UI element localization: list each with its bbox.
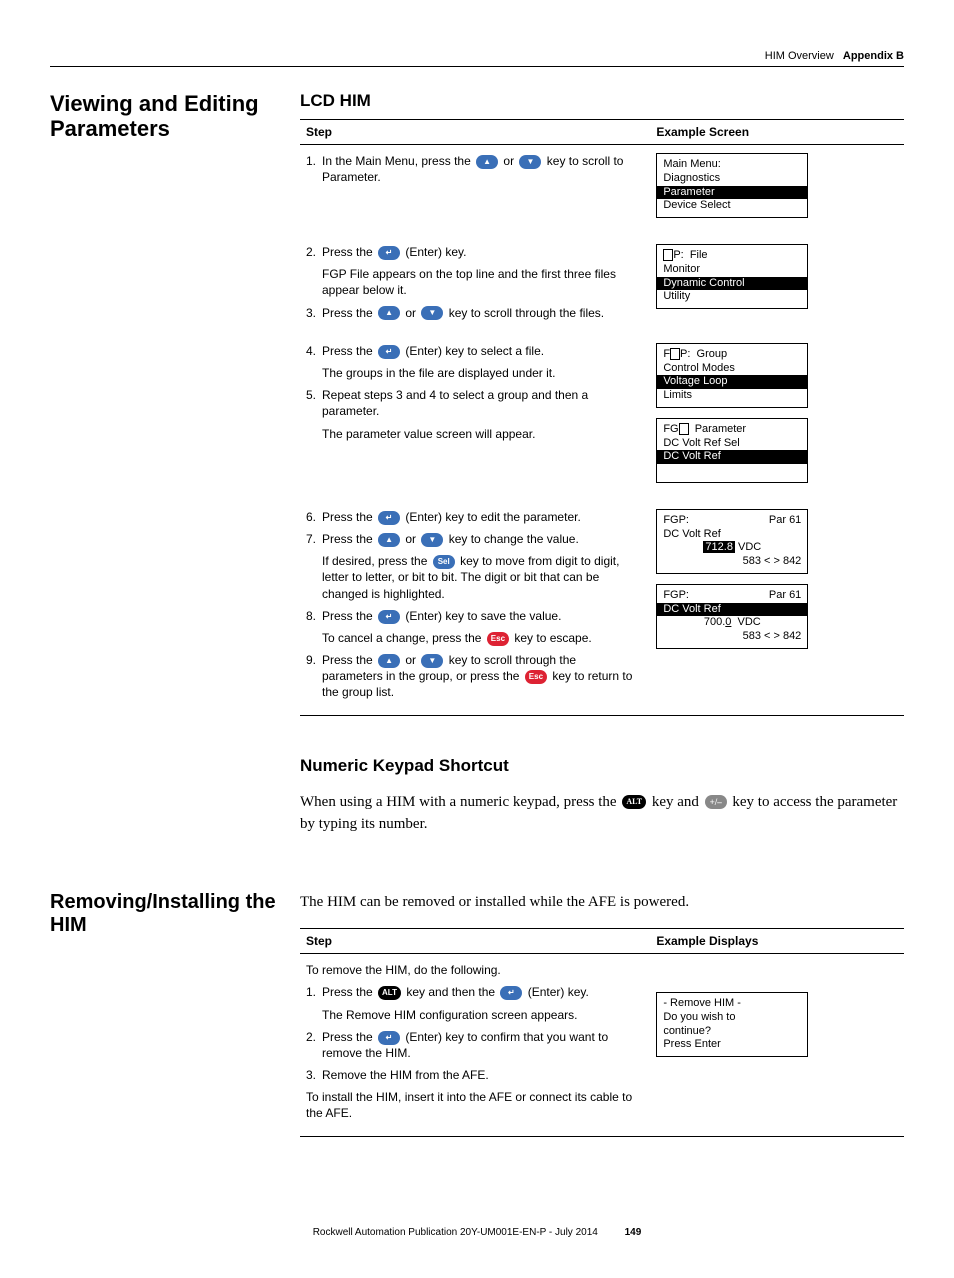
lcd-fgp-group: FP: Group Control Modes Voltage Loop Lim…: [656, 343, 808, 408]
up-arrow-icon: ▲: [476, 155, 498, 169]
lcd-param-value-view: FGP:Par 61 DC Volt Ref 712.8 VDC 583 < >…: [656, 509, 808, 574]
step-7-note: If desired, press the Sel key to move fr…: [322, 553, 636, 602]
section-removing-installing: Removing/Installing the HIM The HIM can …: [50, 891, 904, 1137]
section-title-viewing: Viewing and Editing Parameters: [50, 91, 300, 142]
header-appendix: Appendix B: [843, 50, 904, 62]
step-3: 3. Press the ▲ or ▼ key to scroll throug…: [306, 305, 636, 321]
page-footer: Rockwell Automation Publication 20Y-UM00…: [50, 1227, 904, 1238]
remove-step-3: 3. Remove the HIM from the AFE.: [306, 1067, 636, 1083]
step-5-note: The parameter value screen will appear.: [322, 426, 636, 442]
step-4-note: The groups in the file are displayed und…: [322, 365, 636, 381]
enter-key-icon: ↵: [378, 246, 400, 260]
step-5: 5. Repeat steps 3 and 4 to select a grou…: [306, 387, 636, 419]
down-arrow-icon: ▼: [421, 306, 443, 320]
remove-step-1-note: The Remove HIM configuration screen appe…: [322, 1007, 636, 1023]
th-displays: Example Displays: [650, 929, 904, 954]
enter-key-icon: ↵: [500, 986, 522, 1000]
down-arrow-icon: ▼: [421, 654, 443, 668]
step-2: 2. Press the ↵ (Enter) key.: [306, 244, 636, 260]
lcd-fgp-parameter: FG Parameter DC Volt Ref Sel DC Volt Ref: [656, 418, 808, 483]
table-row: 1. In the Main Menu, press the ▲ or ▼ ke…: [300, 145, 904, 237]
lcd-fgp-file: P: File Monitor Dynamic Control Utility: [656, 244, 808, 309]
th-step: Step: [300, 929, 650, 954]
remove-intro-line: To remove the HIM, do the following.: [306, 962, 636, 978]
up-arrow-icon: ▲: [378, 654, 400, 668]
remove-step-2: 2. Press the ↵ (Enter) key to confirm th…: [306, 1029, 636, 1061]
shortcut-paragraph: When using a HIM with a numeric keypad, …: [300, 791, 904, 836]
table-row: 6. Press the ↵ (Enter) key to edit the p…: [300, 501, 904, 715]
table-row: To remove the HIM, do the following. 1. …: [300, 954, 904, 1137]
procedure-table-lcd: Step Example Screen 1. In the Main Menu,…: [300, 119, 904, 716]
cursor-icon: [679, 423, 689, 435]
numeric-shortcut-section: Numeric Keypad Shortcut When using a HIM…: [300, 756, 904, 836]
cursor-icon: [670, 348, 680, 360]
table-row: 4. Press the ↵ (Enter) key to select a f…: [300, 335, 904, 501]
step-8: 8. Press the ↵ (Enter) key to save the v…: [306, 608, 636, 624]
step-8-note: To cancel a change, press the Esc key to…: [322, 630, 636, 646]
sel-key-icon: Sel: [433, 555, 455, 569]
esc-key-icon: Esc: [487, 632, 509, 646]
subhead-lcd-him: LCD HIM: [300, 91, 904, 111]
alt-key-icon: ALT: [378, 986, 401, 1000]
lcd-param-value-edit: FGP:Par 61 DC Volt Ref 700.0 VDC 583 < >…: [656, 584, 808, 649]
header-chapter: HIM Overview: [765, 50, 834, 62]
lcd-main-menu: Main Menu: Diagnostics Parameter Device …: [656, 153, 808, 218]
th-step: Step: [300, 120, 650, 145]
footer-pub: Rockwell Automation Publication 20Y-UM00…: [313, 1227, 598, 1238]
table-row: 2. Press the ↵ (Enter) key. FGP File app…: [300, 236, 904, 335]
step-6: 6. Press the ↵ (Enter) key to edit the p…: [306, 509, 636, 525]
section-title-removing: Removing/Installing the HIM: [50, 891, 300, 937]
step-7: 7. Press the ▲ or ▼ key to change the va…: [306, 531, 636, 547]
page-header: HIM Overview Appendix B: [50, 50, 904, 67]
remove-step-1: 1. Press the ALT key and then the ↵ (Ent…: [306, 984, 636, 1000]
enter-key-icon: ↵: [378, 345, 400, 359]
enter-key-icon: ↵: [378, 610, 400, 624]
step-1: 1. In the Main Menu, press the ▲ or ▼ ke…: [306, 153, 636, 185]
subhead-shortcut: Numeric Keypad Shortcut: [300, 756, 904, 776]
install-line: To install the HIM, insert it into the A…: [306, 1089, 636, 1121]
lcd-remove-him: - Remove HIM - Do you wish to continue? …: [656, 992, 808, 1057]
up-arrow-icon: ▲: [378, 306, 400, 320]
down-arrow-icon: ▼: [421, 533, 443, 547]
enter-key-icon: ↵: [378, 511, 400, 525]
alt-key-icon: ALT: [622, 795, 646, 809]
removing-intro: The HIM can be removed or installed whil…: [300, 891, 904, 914]
up-arrow-icon: ▲: [378, 533, 400, 547]
section-viewing-editing: Viewing and Editing Parameters LCD HIM S…: [50, 91, 904, 851]
th-screen: Example Screen: [650, 120, 904, 145]
enter-key-icon: ↵: [378, 1031, 400, 1045]
procedure-table-remove: Step Example Displays To remove the HIM,…: [300, 928, 904, 1137]
esc-key-icon: Esc: [525, 670, 547, 684]
cursor-icon: [663, 249, 673, 261]
step-2-note: FGP File appears on the top line and the…: [322, 266, 636, 298]
page: HIM Overview Appendix B Viewing and Edit…: [0, 0, 954, 1278]
plus-minus-key-icon: +/–: [705, 795, 727, 809]
footer-page-number: 149: [625, 1227, 642, 1238]
step-4: 4. Press the ↵ (Enter) key to select a f…: [306, 343, 636, 359]
down-arrow-icon: ▼: [519, 155, 541, 169]
step-9: 9. Press the ▲ or ▼ key to scroll throug…: [306, 652, 636, 701]
